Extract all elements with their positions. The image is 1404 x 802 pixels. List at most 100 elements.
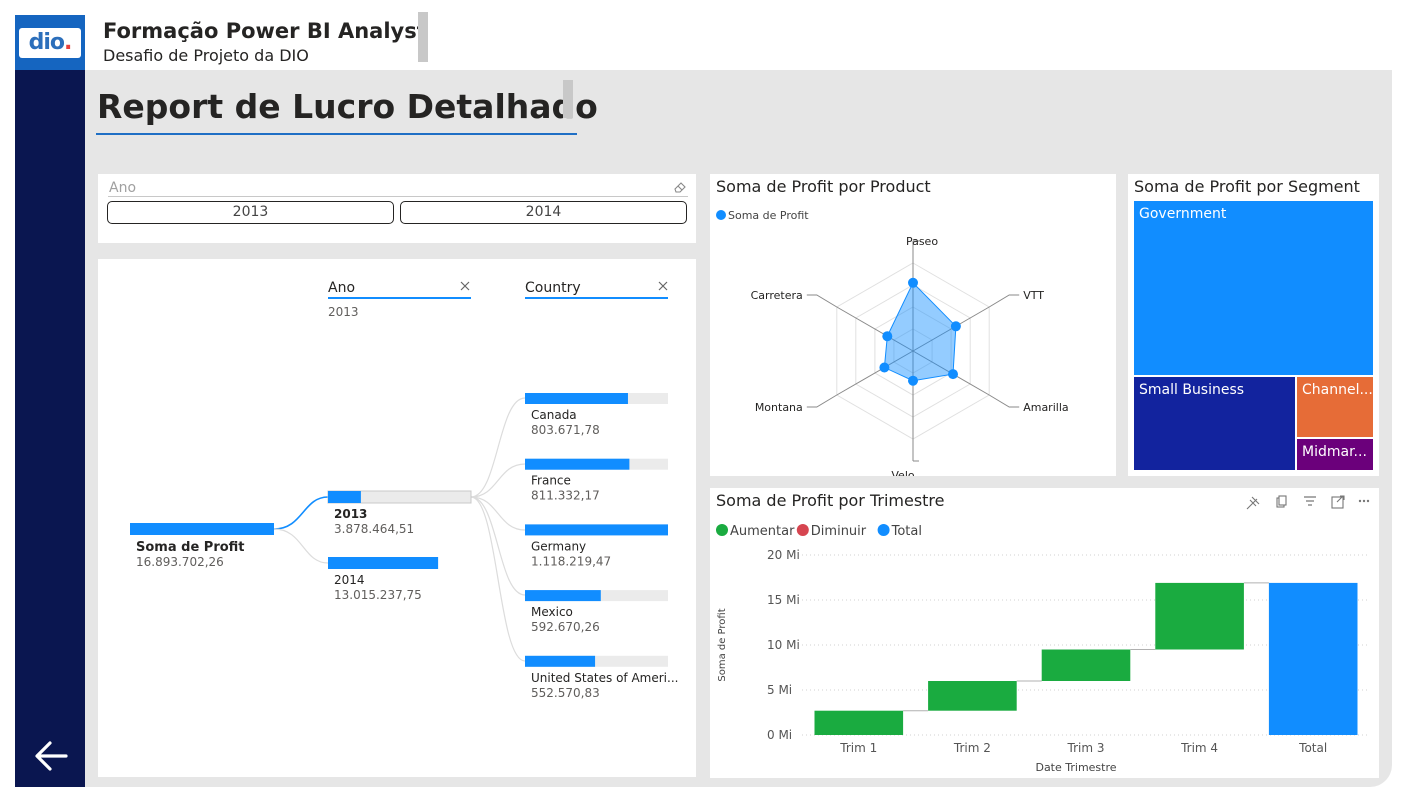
slicer-option-2013[interactable]: 2013 xyxy=(107,201,394,224)
level-header-country: Country xyxy=(525,280,581,296)
year-node-value: 13.015.237,75 xyxy=(334,588,422,602)
radar-legend-label: Soma de Profit xyxy=(728,209,809,222)
nav-sidebar xyxy=(15,15,85,787)
waterfall-chart: Soma de Profit por Trimestre Aumentar Dim… xyxy=(710,488,1379,778)
x-tick-label: Trim 3 xyxy=(1067,741,1105,755)
root-node-label: Soma de Profit xyxy=(136,540,245,555)
app-subtitle: Desafio de Projeto da DIO xyxy=(103,46,309,65)
x-tick-label: Trim 1 xyxy=(839,741,877,755)
tile-label-midmarket: Midmar... xyxy=(1302,444,1367,460)
connector-2013-france xyxy=(470,463,526,498)
slicer-divider xyxy=(108,196,688,197)
visual-toolbar xyxy=(1246,495,1370,510)
radar-point[interactable] xyxy=(882,331,893,342)
country-nodes: Canada803.671,78 France811.332,17 Germany1… xyxy=(525,393,678,700)
tile-label-small-business: Small Business xyxy=(1139,382,1245,398)
waterfall-x-ticks: Trim 1 Trim 2 Trim 3 Trim 4 Total xyxy=(839,741,1327,755)
level-selected-ano: 2013 xyxy=(328,305,359,319)
title-underline xyxy=(96,133,577,135)
legend-label: Total xyxy=(891,524,922,539)
treemap-title: Soma de Profit por Segment xyxy=(1134,177,1360,196)
radar-axis-label: Velo xyxy=(891,469,914,476)
copy-icon[interactable] xyxy=(1276,495,1287,508)
decomposition-tree: Ano 2013 Country Soma de Profit 16.893.7… xyxy=(98,259,696,777)
country-node-bar[interactable] xyxy=(525,524,668,536)
waterfall-bar[interactable] xyxy=(1155,582,1244,650)
tile-label-government: Government xyxy=(1139,206,1227,222)
y-tick-label: 20 Mi xyxy=(767,548,800,562)
waterfall-bar[interactable] xyxy=(1268,582,1358,735)
radar-point[interactable] xyxy=(948,369,958,380)
radar-axis-label: Paseo xyxy=(906,235,938,248)
country-node-bar[interactable] xyxy=(525,590,601,602)
connector-root-2014 xyxy=(273,528,329,564)
logo-text: dio xyxy=(28,30,65,55)
clear-selections-icon[interactable] xyxy=(673,180,687,194)
treemap-chart: Soma de Profit por Segment Government Sm… xyxy=(1128,174,1379,476)
year-node-label: 2013 xyxy=(334,507,367,521)
country-node-label: Canada xyxy=(531,408,577,422)
waterfall-bar[interactable] xyxy=(814,710,904,735)
pin-icon[interactable] xyxy=(1246,496,1260,510)
tile-midmarket[interactable]: Midmar... xyxy=(1297,439,1373,470)
legend-label: Aumentar xyxy=(730,524,795,539)
y-tick-label: 5 Mi xyxy=(767,683,792,697)
waterfall-bar[interactable] xyxy=(1041,649,1131,682)
country-node-value: 803.671,78 xyxy=(531,423,600,437)
filter-icon[interactable] xyxy=(1304,496,1316,506)
country-node-bar[interactable] xyxy=(525,655,596,667)
tile-small-business[interactable]: Small Business xyxy=(1134,377,1295,470)
title-divider xyxy=(563,80,573,118)
decomposition-tree-canvas: Ano 2013 Country Soma de Profit 16.893.7… xyxy=(130,280,678,700)
legend-label: Diminuir xyxy=(811,524,867,539)
radar-point[interactable] xyxy=(908,375,918,386)
app-title: Formação Power BI Analyst xyxy=(103,19,427,43)
radar-axis-label: VTT xyxy=(1023,289,1044,302)
report-frame: dio. Formação Power BI Analyst Desafio d… xyxy=(0,0,1404,802)
tile-government[interactable]: Government xyxy=(1134,201,1373,375)
level-underline-country xyxy=(525,297,668,299)
radar-axis-leader xyxy=(988,394,1020,408)
back-arrow-icon[interactable] xyxy=(30,735,72,777)
year-node-value: 3.878.464,51 xyxy=(334,522,414,536)
legend-marker xyxy=(877,524,890,536)
remove-level-ano-icon[interactable] xyxy=(460,281,470,291)
tile-channel-partners[interactable]: Channel... xyxy=(1297,377,1373,437)
waterfall-canvas: Aumentar Diminuir Total 0 Mi 5 Mi 10 Mi 15 Mi… xyxy=(716,495,1370,774)
waterfall-bars xyxy=(814,582,1358,735)
waterfall-bar[interactable] xyxy=(928,681,1017,711)
radar-point[interactable] xyxy=(950,321,961,332)
country-node-bar[interactable] xyxy=(525,458,630,470)
radar-point[interactable] xyxy=(908,277,918,288)
radar-canvas: Soma de Profit Paseo VTT Amarilla Velo Monta… xyxy=(716,209,1069,476)
country-node-value: 552.570,83 xyxy=(531,686,600,700)
remove-level-country-icon[interactable] xyxy=(658,281,668,291)
root-node-bar[interactable] xyxy=(130,523,274,535)
year-nodes: 20133.878.464,51 201413.015.237,75 xyxy=(327,490,472,602)
logo-container: dio. xyxy=(15,15,85,70)
waterfall-legend: Aumentar Diminuir Total xyxy=(716,524,922,539)
radar-point[interactable] xyxy=(879,362,890,373)
legend-marker xyxy=(716,524,728,536)
year-node-bar[interactable] xyxy=(328,557,439,569)
root-node-value: 16.893.702,26 xyxy=(136,555,224,569)
radar-axis-label: Amarilla xyxy=(1023,401,1068,414)
y-tick-label: 15 Mi xyxy=(767,593,800,607)
slicer-option-2014[interactable]: 2014 xyxy=(400,201,687,224)
radar-axis-label: Carretera xyxy=(751,289,803,302)
connector-2013-canada xyxy=(470,397,526,498)
more-options-icon[interactable] xyxy=(1358,499,1370,503)
country-node-bar[interactable] xyxy=(525,393,628,404)
focus-mode-icon[interactable] xyxy=(1331,495,1345,509)
year-node-bar[interactable] xyxy=(328,491,361,503)
dio-logo: dio. xyxy=(19,27,81,58)
radar-chart: Soma de Profit por Product Soma de Profi… xyxy=(710,174,1116,476)
slicer-label: Ano xyxy=(109,180,137,196)
waterfall-x-axis-label: Date Trimestre xyxy=(1035,761,1116,774)
x-tick-label: Total xyxy=(1298,741,1327,755)
radar-legend-marker xyxy=(716,210,726,220)
connector-root-2013 xyxy=(273,496,329,530)
radar-axis-label: Montana xyxy=(755,401,803,414)
year-node-label: 2014 xyxy=(334,573,365,587)
year-slicer: Ano 2013 2014 xyxy=(98,174,696,243)
